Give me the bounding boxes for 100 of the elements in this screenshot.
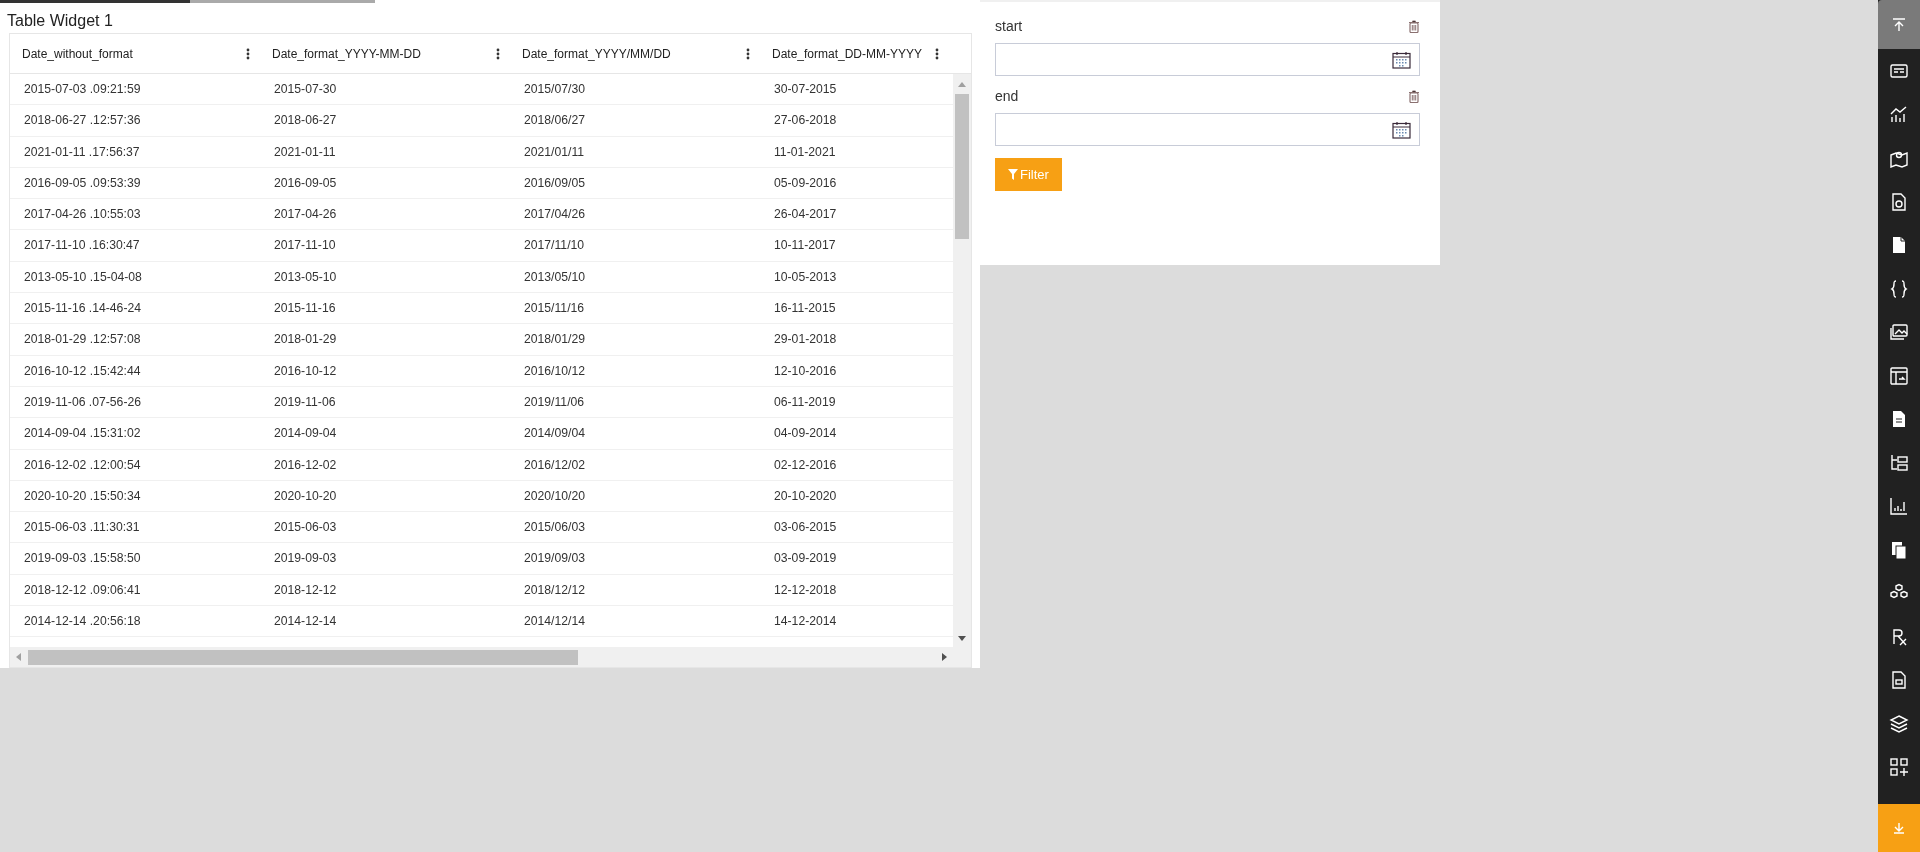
table-cell-text: 2017-11-10: [273, 237, 337, 255]
table-cell-text: 2019/11/06: [523, 393, 586, 411]
card-icon[interactable]: [1889, 61, 1909, 81]
table-cell-text: 10-05-2013: [773, 268, 838, 286]
scroll-right-icon[interactable]: [939, 652, 949, 662]
table-cell-text: 27-06-2018: [773, 112, 838, 130]
table-cell-text: 2016-09-05 .09:53:39: [23, 174, 142, 192]
table-cell-text: 2017/11/10: [523, 237, 586, 255]
copy-icon[interactable]: [1889, 539, 1909, 560]
table-cell-text: 2015-11-16 .14-46-24: [23, 300, 142, 318]
column-header[interactable]: Date_format_YYYY-MM-DD: [272, 44, 421, 63]
funnel-icon: [1008, 169, 1018, 180]
table-cell-text: 11-01-2021: [773, 143, 837, 161]
vertical-scrollbar[interactable]: [953, 74, 971, 647]
table-cell-text: 2019/09/03: [523, 550, 586, 568]
field-label: end: [995, 87, 1019, 106]
scroll-down-icon[interactable]: [957, 633, 967, 643]
widget-title: Table Widget 1: [7, 11, 114, 31]
table-cell-text: 03-09-2019: [773, 550, 838, 568]
table-cell-text: 2018/01/29: [523, 331, 586, 349]
table-cell-text: 2021-01-11 .17:56:37: [23, 143, 141, 161]
table-cell-text: 2017-04-26: [273, 206, 338, 224]
table-cell-text: 2017/04/26: [523, 206, 586, 224]
kebab-menu-icon[interactable]: [746, 47, 750, 60]
date-input-field[interactable]: [995, 43, 1420, 76]
report-icon[interactable]: [1889, 670, 1909, 690]
table-cell-text: 2016-10-12 .15:42:44: [23, 362, 142, 380]
table-cell-text: 2018/06/27: [523, 112, 586, 130]
table-cell-text: 2016-12-02 .12:00:54: [23, 456, 142, 474]
braces-icon[interactable]: [1889, 278, 1909, 299]
table-cell-text: 2016/12/02: [523, 456, 586, 474]
trash-icon[interactable]: [1408, 20, 1420, 33]
table-cell-text: 30-07-2015: [773, 81, 838, 98]
kebab-menu-icon[interactable]: [246, 47, 250, 60]
table-cell-text: 2018/12/12: [523, 581, 586, 599]
table-cell-text: 06-11-2019: [773, 393, 837, 411]
table-cell-text: 2014-12-14 .20:56:18: [23, 613, 142, 631]
table-cell-text: 12-10-2016: [773, 362, 838, 380]
scrollbar-thumb[interactable]: [955, 94, 969, 239]
add-widget-icon[interactable]: [1889, 757, 1909, 777]
table-cell-text: 02-12-2016: [773, 456, 838, 474]
scroll-top-button[interactable]: [1878, 0, 1920, 49]
calendar-icon[interactable]: [1392, 120, 1411, 139]
table-cell-text: 2020-10-20: [273, 487, 338, 505]
table-cell-text: 2014/09/04: [523, 425, 586, 443]
kebab-menu-icon[interactable]: [935, 47, 939, 60]
table-cell-text: 2015/07/30: [523, 81, 586, 98]
trash-icon[interactable]: [1408, 90, 1420, 103]
table-cell-text: 2015-06-03: [273, 519, 338, 537]
table-cell-text: 2020/10/20: [523, 487, 586, 505]
table-cell-text: 2015-11-16: [273, 300, 337, 318]
table-cell-text: 2019-11-06 .07-56-26: [23, 393, 142, 411]
table-cell-text: 2016-10-12: [273, 362, 338, 380]
table-cell-text: 2015-07-30: [273, 81, 338, 98]
arrow-up-icon: [1892, 17, 1906, 32]
table-cell-text: 20-10-2020: [773, 487, 838, 505]
table-cell-text: 12-12-2018: [773, 581, 838, 599]
table-cell-text: 2018-06-27 .12:57:36: [23, 112, 142, 130]
chart-icon[interactable]: [1889, 104, 1909, 125]
column-header[interactable]: Date_without_format: [22, 44, 133, 63]
table-cell-text: 2015/06/03: [523, 519, 586, 537]
layout-icon[interactable]: [1889, 365, 1909, 386]
table-cell-text: 2015/11/16: [523, 300, 586, 318]
table-cell-text: 2018-06-27: [273, 112, 338, 130]
table-cell-text: 2013-05-10 .15-04-08: [23, 268, 143, 286]
table-cell-text: 2016/09/05: [523, 174, 586, 192]
table-cell-text: 2014-09-04 .15:31:02: [23, 425, 142, 443]
download-icon: [1893, 822, 1905, 834]
table-cell-text: 2019-09-03: [273, 550, 338, 568]
calendar-icon[interactable]: [1392, 50, 1411, 69]
column-header[interactable]: Date_format_YYYY/MM/DD: [522, 44, 671, 63]
table-cell-text: 2019-09-03 .15:58:50: [23, 550, 142, 568]
folder-tree-icon[interactable]: [1889, 452, 1909, 473]
table-cell-text: 2013/05/10: [523, 268, 586, 286]
table-cell-text: 2018-01-29: [273, 331, 338, 349]
column-header[interactable]: Date_format_DD-MM-YYYY: [772, 44, 923, 63]
table-cell-text: 26-04-2017: [773, 206, 838, 224]
table-cell-text: 2016-09-05: [273, 174, 338, 192]
table-cell-text: 2014-09-04: [273, 425, 338, 443]
document-icon[interactable]: [1889, 191, 1909, 212]
table-cell-text: 14-12-2014: [773, 613, 838, 631]
table-cell-text: 2019-11-06: [273, 393, 337, 411]
table-cell-text: 2016/10/12: [523, 362, 586, 380]
table-cell-text: 2013-05-10: [273, 268, 338, 286]
table-cell-text: 29-01-2018: [773, 331, 838, 349]
table-cell-text: 05-09-2016: [773, 174, 838, 192]
table-cell-text: 2016-12-02: [273, 456, 338, 474]
bar-chart-icon[interactable]: [1889, 496, 1909, 516]
table-cell-text: 2018-12-12 .09:06:41: [23, 581, 142, 599]
kebab-menu-icon[interactable]: [496, 47, 500, 60]
table-cell-text: 2017-11-10 .16:30:47: [23, 237, 141, 255]
layers-icon[interactable]: [1889, 713, 1909, 734]
table-cell-text: 2021/01/11: [523, 143, 586, 161]
table-cell-text: 2015-07-03 .09:21:59: [23, 81, 142, 98]
table-cell-text: 03-06-2015: [773, 519, 838, 537]
date-input-field[interactable]: [995, 113, 1420, 146]
table-cell-text: 2021-01-11: [273, 143, 337, 161]
field-label: start: [995, 17, 1023, 36]
image-icon[interactable]: [1889, 322, 1909, 342]
scrollbar-thumb[interactable]: [28, 649, 578, 665]
